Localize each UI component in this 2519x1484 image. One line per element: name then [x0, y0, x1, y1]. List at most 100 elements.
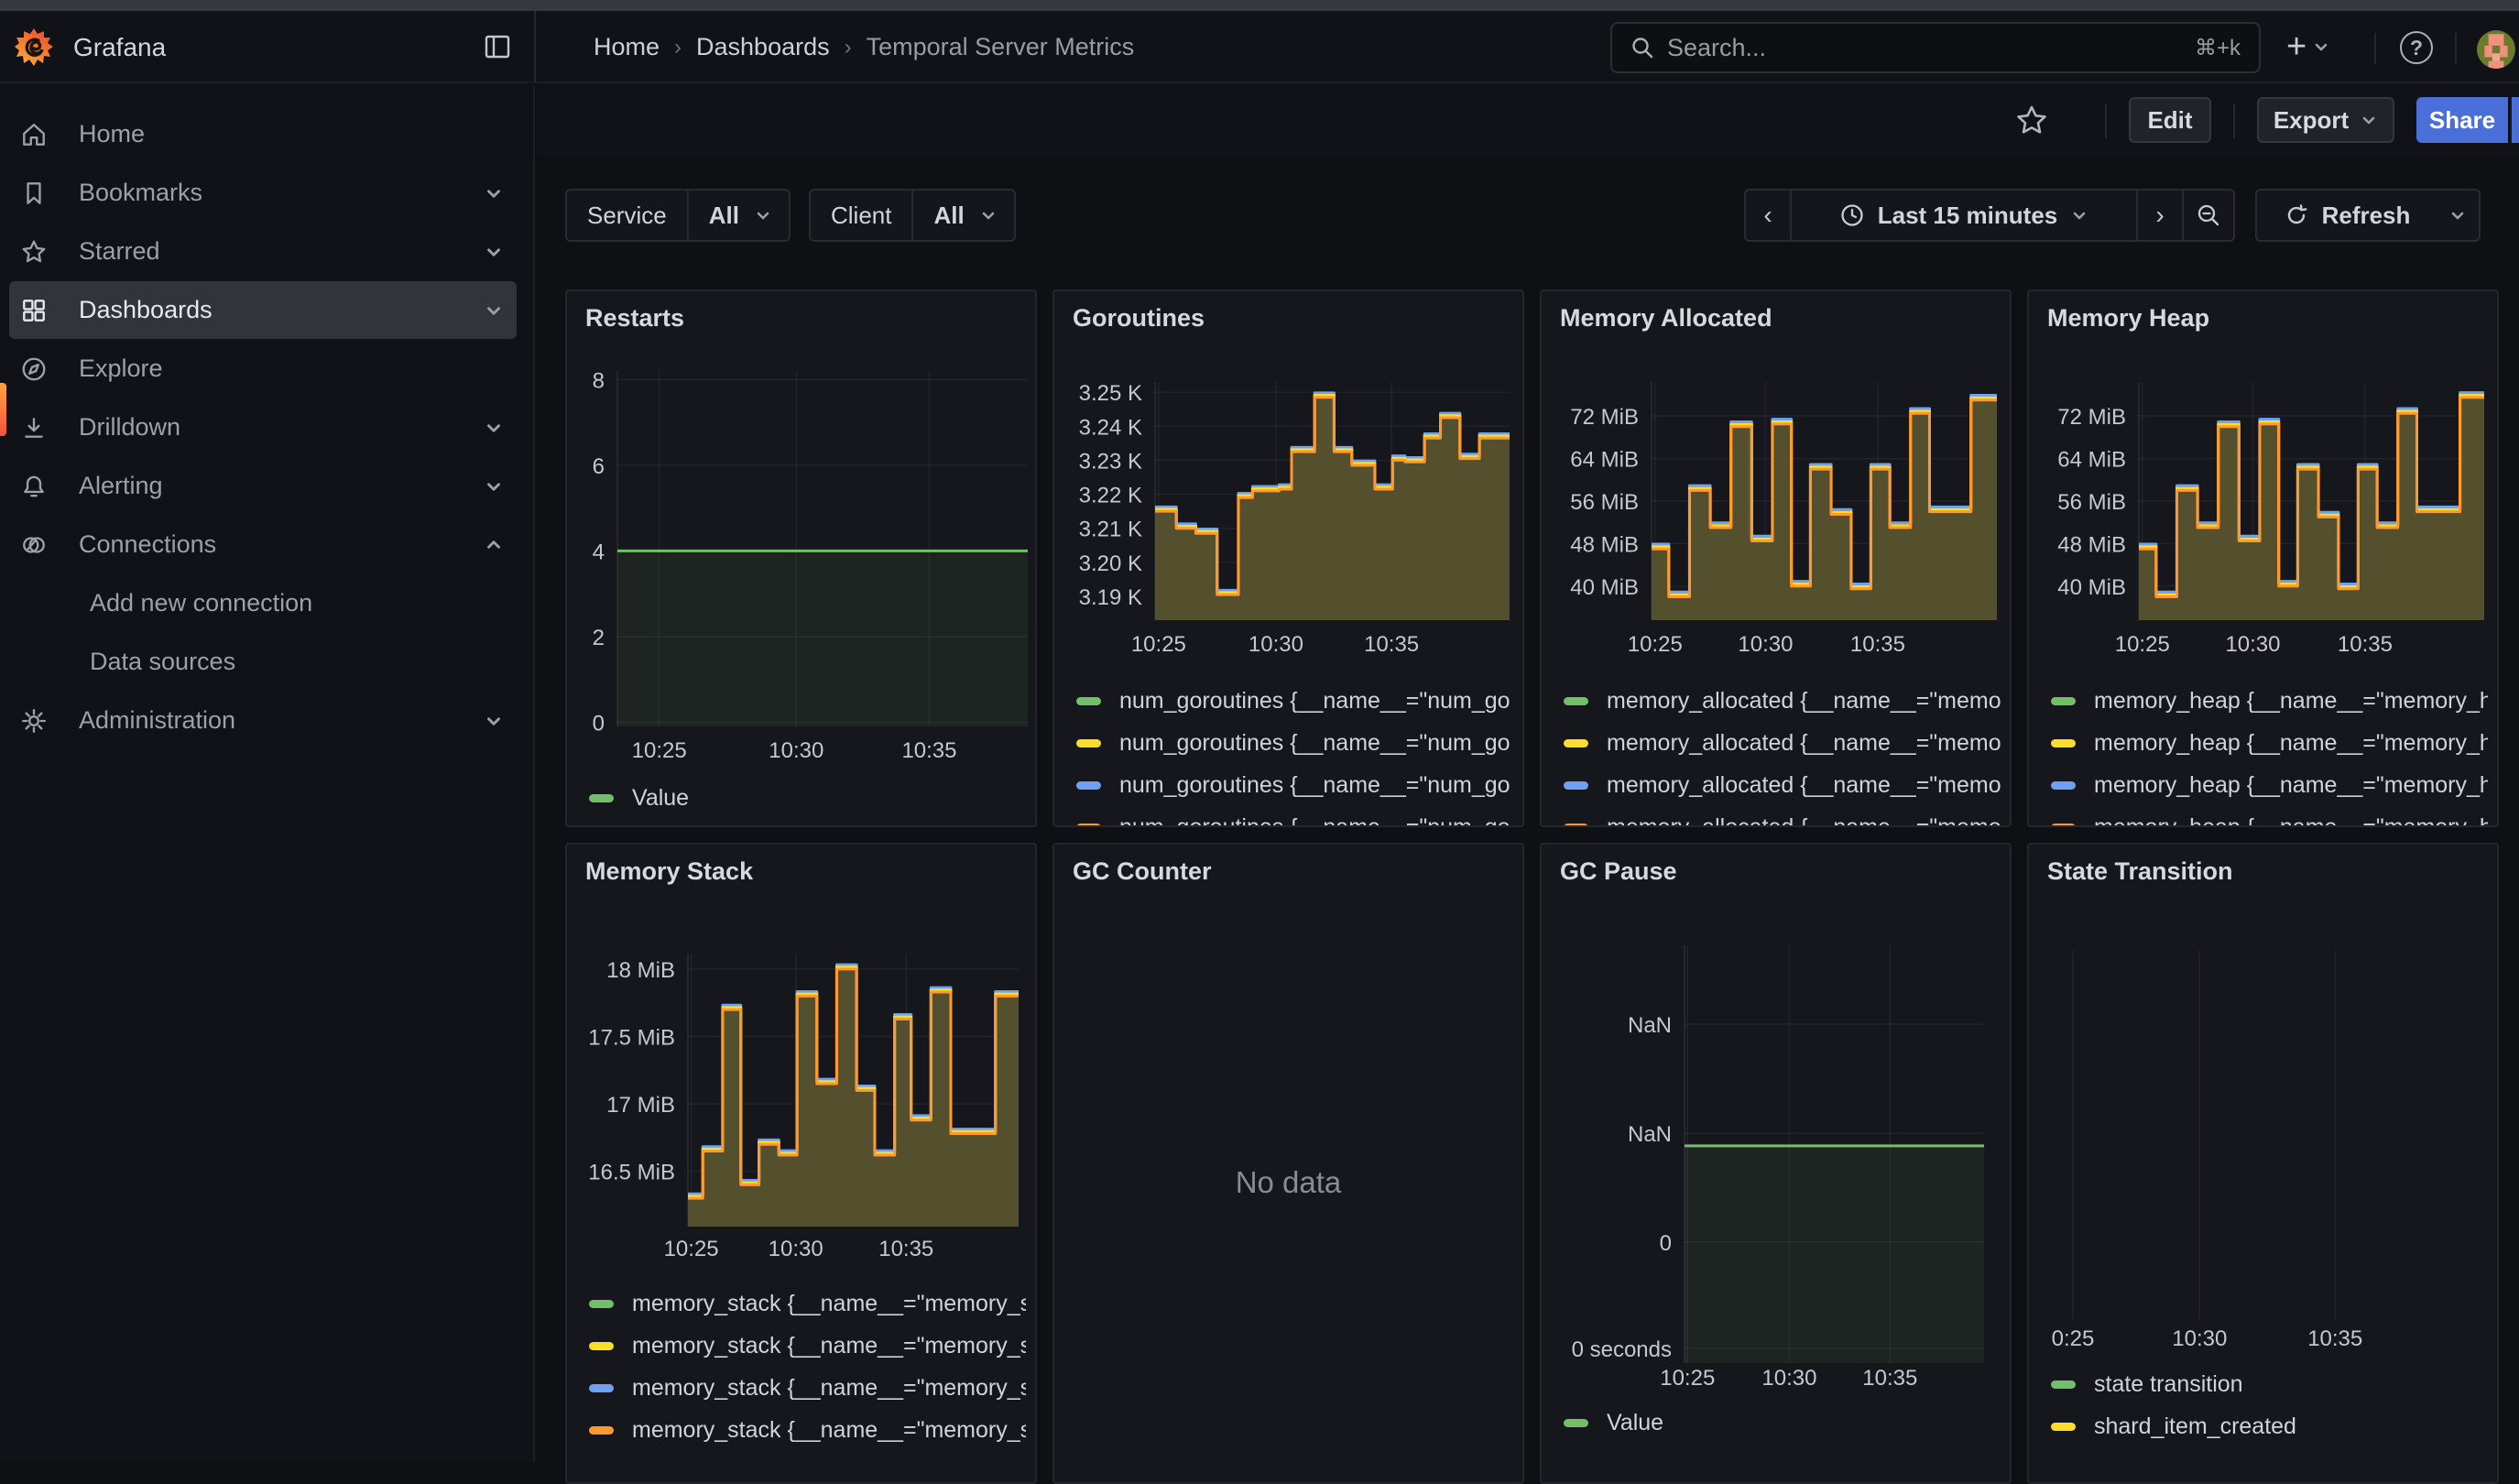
panel-title[interactable]: State Transition: [2047, 857, 2233, 886]
svg-text:10:30: 10:30: [1738, 632, 1793, 657]
panel-title[interactable]: Restarts: [585, 304, 684, 333]
chevron-down-icon: [2360, 111, 2378, 129]
refresh-interval-button[interactable]: [2437, 189, 2481, 242]
legend-item[interactable]: memory_allocated {__name__="memo: [1564, 806, 2001, 827]
series-color: [1076, 781, 1101, 790]
legend-item[interactable]: shard_item_created: [2051, 1405, 2488, 1447]
sidebar-item-add-new-connection[interactable]: Add new connection: [9, 574, 517, 632]
chevron-down-icon[interactable]: [484, 300, 504, 321]
chevron-down-icon[interactable]: [484, 711, 504, 731]
legend-item[interactable]: memory_stack {__name__="memory_s: [589, 1282, 1026, 1325]
legend-item[interactable]: memory_stack {__name__="memory_s: [589, 1325, 1026, 1367]
legend-item[interactable]: memory_allocated {__name__="memo: [1564, 764, 2001, 806]
add-menu-button[interactable]: +: [2286, 31, 2330, 62]
drilldown-icon: [20, 414, 48, 442]
goroutines-chart: 3.25 K3.24 K3.23 K3.22 K3.21 K3.20 K3.19…: [1062, 359, 1519, 661]
series-color: [589, 1426, 614, 1435]
search-box[interactable]: ⌘+k: [1610, 22, 2261, 73]
chevron-down-icon[interactable]: [484, 242, 504, 262]
avatar[interactable]: [2477, 30, 2515, 69]
time-shift-forward-button[interactable]: ›: [2136, 189, 2184, 242]
legend-item[interactable]: memory_heap {__name__="memory_h: [2051, 806, 2488, 827]
sidebar-item-alerting[interactable]: Alerting: [9, 457, 517, 515]
legend-item[interactable]: memory_stack {__name__="memory_s: [589, 1367, 1026, 1409]
series-color: [2051, 824, 2076, 828]
chevron-down-icon[interactable]: [484, 476, 504, 496]
legend-item[interactable]: memory_heap {__name__="memory_h: [2051, 680, 2488, 722]
sidebar-item-explore[interactable]: Explore: [9, 340, 517, 398]
chevron-down-icon[interactable]: [484, 418, 504, 438]
svg-text:2: 2: [593, 626, 605, 650]
search-input[interactable]: [1667, 34, 2182, 62]
header-divider: [2455, 33, 2457, 64]
panel-title[interactable]: Goroutines: [1073, 304, 1205, 333]
svg-text:0: 0: [593, 711, 605, 736]
client-filter: Client All: [809, 189, 1016, 242]
time-range-picker[interactable]: Last 15 minutes: [1790, 189, 2138, 242]
sidebar-item-home[interactable]: Home: [9, 105, 517, 163]
favorite-star-icon[interactable]: [2013, 102, 2050, 138]
breadcrumb-separator: ›: [674, 35, 682, 60]
svg-text:10:35: 10:35: [901, 738, 956, 763]
legend-item[interactable]: Value: [1564, 1402, 2001, 1444]
chevron-down-icon[interactable]: [484, 183, 504, 203]
refresh-button[interactable]: Refresh: [2255, 189, 2438, 242]
chevron-up-icon[interactable]: [484, 535, 504, 555]
svg-text:10:35: 10:35: [2338, 632, 2393, 657]
svg-text:40 MiB: 40 MiB: [1570, 575, 1639, 600]
edit-button[interactable]: Edit: [2129, 97, 2211, 143]
export-button[interactable]: Export: [2257, 97, 2394, 143]
breadcrumb-dashboards[interactable]: Dashboards: [696, 33, 830, 61]
legend-item[interactable]: num_goroutines {__name__="num_go: [1076, 722, 1513, 764]
sidebar-item-dashboards[interactable]: Dashboards: [9, 281, 517, 339]
service-filter-label: Service: [567, 191, 689, 240]
restarts-chart: 8642010:2510:3010:35: [574, 359, 1031, 767]
panel-title[interactable]: Memory Allocated: [1560, 304, 1772, 333]
share-menu-button[interactable]: [2510, 97, 2519, 143]
svg-text:48 MiB: 48 MiB: [1570, 532, 1639, 557]
panel-title[interactable]: GC Counter: [1073, 857, 1212, 886]
legend-item[interactable]: num_goroutines {__name__="num_go: [1076, 764, 1513, 806]
sidebar-item-connections[interactable]: Connections: [9, 516, 517, 573]
legend-item[interactable]: state transition: [2051, 1363, 2488, 1405]
breadcrumb-home[interactable]: Home: [594, 33, 660, 61]
legend-item[interactable]: num_goroutines {__name__="num_go: [1076, 680, 1513, 722]
home-icon: [20, 121, 48, 148]
panel-title[interactable]: Memory Heap: [2047, 304, 2209, 333]
legend-item[interactable]: memory_stack {__name__="memory_s: [589, 1409, 1026, 1451]
legend-item[interactable]: memory_allocated {__name__="memo: [1564, 722, 2001, 764]
svg-text:10:25: 10:25: [1628, 632, 1683, 657]
help-icon[interactable]: ?: [2400, 31, 2433, 64]
sidebar-item-drilldown[interactable]: Drilldown: [9, 398, 517, 456]
compass-icon: [20, 355, 48, 383]
legend-item[interactable]: memory_allocated {__name__="memo: [1564, 680, 2001, 722]
chevron-down-icon: [979, 206, 998, 224]
breadcrumb: Home › Dashboards › Temporal Server Metr…: [594, 33, 1134, 61]
time-zoom-out-button[interactable]: [2182, 189, 2235, 242]
legend-item[interactable]: num_goroutines {__name__="num_go: [1076, 806, 1513, 827]
svg-text:10:35: 10:35: [1364, 632, 1419, 657]
panel-title[interactable]: Memory Stack: [585, 857, 753, 886]
legend-item[interactable]: memory_heap {__name__="memory_h: [2051, 764, 2488, 806]
svg-text:NaN: NaN: [1628, 1013, 1672, 1038]
mega-menu-toggle-icon[interactable]: [482, 31, 513, 62]
sidebar-item-starred[interactable]: Starred: [9, 223, 517, 280]
sidebar-item-administration[interactable]: Administration: [9, 692, 517, 749]
service-filter-value[interactable]: All: [689, 191, 789, 240]
series-color: [589, 1384, 614, 1392]
svg-text:10:35: 10:35: [1862, 1366, 1917, 1391]
svg-text:48 MiB: 48 MiB: [2057, 532, 2126, 557]
share-button[interactable]: Share: [2416, 97, 2508, 143]
dashboards-icon: [20, 297, 48, 324]
panel-title[interactable]: GC Pause: [1560, 857, 1677, 886]
legend-item[interactable]: memory_heap {__name__="memory_h: [2051, 722, 2488, 764]
sidebar-item-bookmarks[interactable]: Bookmarks: [9, 164, 517, 222]
memory-allocated-chart: 72 MiB64 MiB56 MiB48 MiB40 MiB10:2510:30…: [1549, 359, 2006, 661]
legend-item[interactable]: Value: [589, 777, 1026, 819]
svg-text:4: 4: [593, 540, 605, 564]
client-filter-value[interactable]: All: [913, 191, 1013, 240]
sidebar-item-data-sources[interactable]: Data sources: [9, 633, 517, 691]
chevron-down-icon: [2312, 38, 2330, 56]
grafana-logo-icon[interactable]: [15, 27, 53, 66]
time-shift-back-button[interactable]: ‹: [1744, 189, 1792, 242]
